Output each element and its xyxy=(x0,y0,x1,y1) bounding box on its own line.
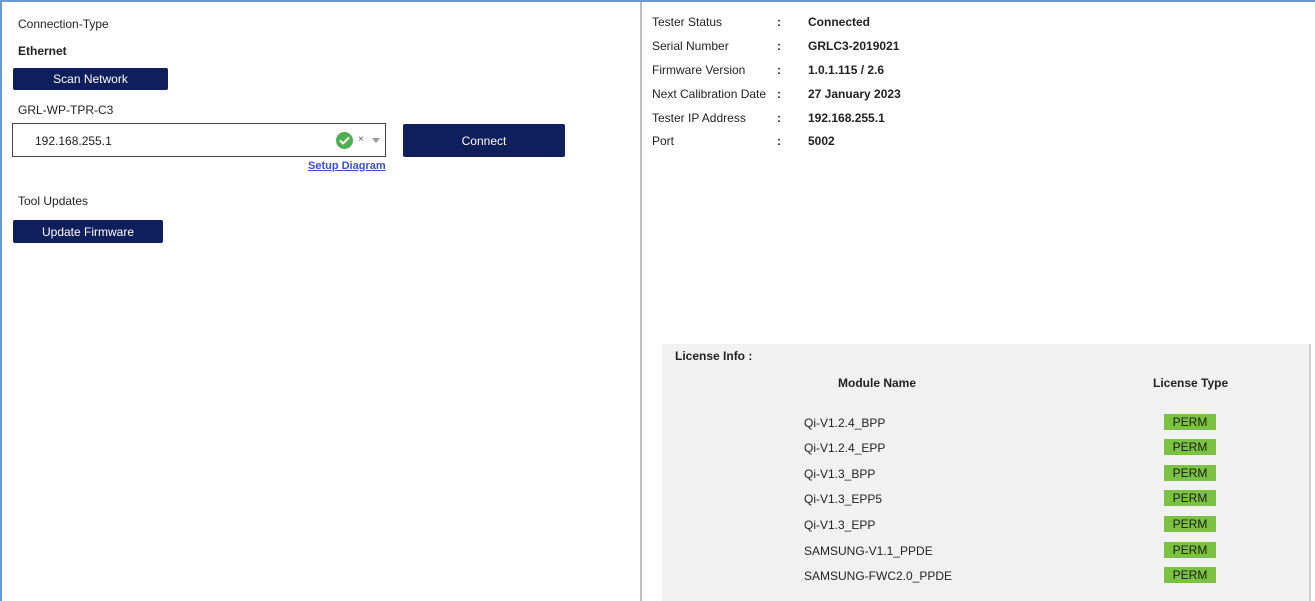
ip-address-combobox[interactable]: 192.168.255.1 × xyxy=(12,123,386,157)
status-key: Next Calibration Date xyxy=(652,87,767,101)
license-row: Qi-V1.3_BPP PERM xyxy=(662,464,1309,484)
module-name: Qi-V1.2.4_BPP xyxy=(804,416,886,430)
status-separator: : xyxy=(777,63,781,77)
status-value: GRLC3-2019021 xyxy=(808,39,900,53)
status-key: Tester Status xyxy=(652,15,723,29)
license-row: Qi-V1.2.4_EPP PERM xyxy=(662,438,1309,458)
status-key: Firmware Version xyxy=(652,63,746,77)
connection-type-label: Connection-Type xyxy=(18,17,109,31)
chevron-down-icon[interactable] xyxy=(370,133,382,147)
check-circle-icon xyxy=(336,132,353,149)
module-name: Qi-V1.3_EPP5 xyxy=(804,492,883,506)
license-row: SAMSUNG-V1.1_PPDE PERM xyxy=(662,541,1309,561)
status-separator: : xyxy=(777,87,781,101)
license-type-badge: PERM xyxy=(1164,542,1216,558)
license-type-badge: PERM xyxy=(1164,439,1216,455)
license-row: Qi-V1.3_EPP5 PERM xyxy=(662,489,1309,509)
status-key: Port xyxy=(652,134,675,148)
status-key: Serial Number xyxy=(652,39,729,53)
module-name: Qi-V1.3_BPP xyxy=(804,467,876,481)
license-row: Qi-V1.3_EPP PERM xyxy=(662,515,1309,535)
module-name: Qi-V1.2.4_EPP xyxy=(804,441,886,455)
status-value: Connected xyxy=(808,15,871,29)
scan-network-button[interactable]: Scan Network xyxy=(13,68,168,90)
license-type-badge: PERM xyxy=(1164,516,1216,532)
device-name: GRL-WP-TPR-C3 xyxy=(18,103,114,117)
license-type-badge: PERM xyxy=(1164,567,1216,583)
license-type-badge: PERM xyxy=(1164,414,1216,430)
module-name: SAMSUNG-V1.1_PPDE xyxy=(804,544,933,558)
license-type-badge: PERM xyxy=(1164,465,1216,481)
license-type-badge: PERM xyxy=(1164,490,1216,506)
status-value: 1.0.1.115 / 2.6 xyxy=(808,63,885,77)
setup-diagram-link[interactable]: Setup Diagram xyxy=(308,160,386,172)
status-value: 27 January 2023 xyxy=(808,87,901,101)
license-row: SAMSUNG-FWC2.0_PPDE PERM xyxy=(662,566,1309,586)
connection-type-value: Ethernet xyxy=(18,44,67,58)
license-row: Qi-V1.2.4_BPP PERM xyxy=(662,413,1309,433)
status-value: 5002 xyxy=(808,134,835,148)
panel-divider xyxy=(640,2,642,601)
status-separator: : xyxy=(777,134,781,148)
connect-button[interactable]: Connect xyxy=(403,124,565,157)
status-separator: : xyxy=(777,15,781,29)
license-type-header: License Type xyxy=(1153,376,1229,390)
status-separator: : xyxy=(777,39,781,53)
connection-panel xyxy=(2,2,640,601)
module-name: Qi-V1.3_EPP xyxy=(804,518,876,532)
license-info-title: License Info : xyxy=(675,349,753,363)
update-firmware-button[interactable]: Update Firmware xyxy=(13,220,163,243)
status-separator: : xyxy=(777,111,781,125)
module-name: SAMSUNG-FWC2.0_PPDE xyxy=(804,569,953,583)
status-value: 192.168.255.1 xyxy=(808,111,885,125)
status-key: Tester IP Address xyxy=(652,111,746,125)
close-icon[interactable]: × xyxy=(358,134,364,145)
module-name-header: Module Name xyxy=(838,376,917,390)
tool-updates-label: Tool Updates xyxy=(18,194,89,208)
license-info-panel: License Info : Module Name License Type … xyxy=(662,344,1311,601)
ip-address-input[interactable]: 192.168.255.1 xyxy=(35,134,112,148)
